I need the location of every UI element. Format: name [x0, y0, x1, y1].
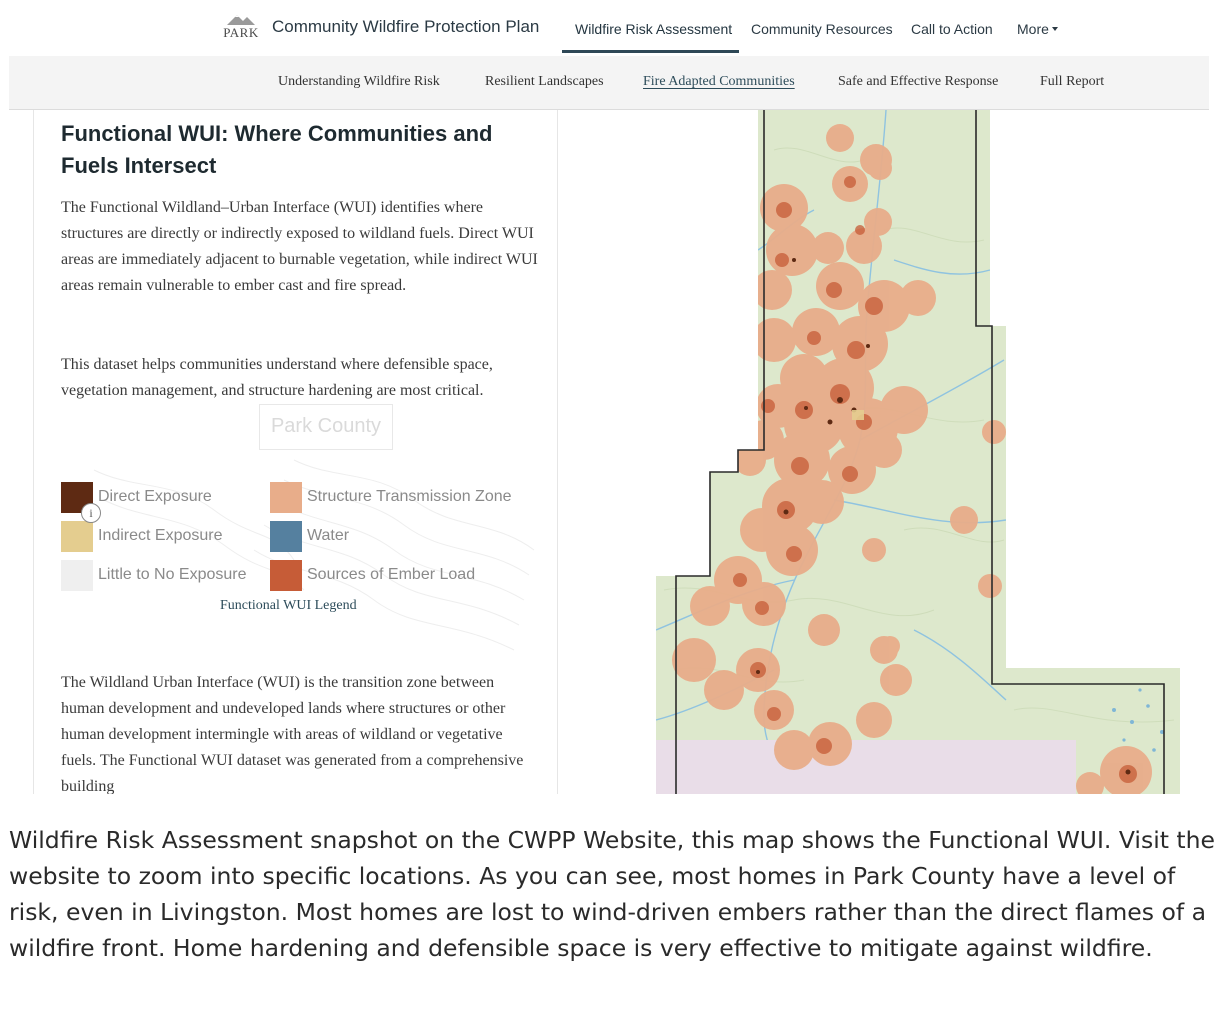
logo-text: PARK	[223, 25, 259, 40]
legend-label-indirect-exposure: Indirect Exposure	[98, 527, 223, 544]
subnav-resilient-landscapes[interactable]: Resilient Landscapes	[485, 74, 604, 90]
southern-area	[656, 740, 1076, 794]
legend-swatch-water	[270, 521, 302, 552]
site-title[interactable]: Community Wildfire Protection Plan	[272, 17, 539, 37]
caret-down-icon	[1051, 27, 1058, 32]
legend-label-transmission-zone: Structure Transmission Zone	[307, 488, 512, 505]
legend-label-ember-load: Sources of Ember Load	[307, 566, 476, 583]
figure-caption: Wildfire Risk Assessment snapshot on the…	[9, 826, 1215, 962]
content-panel[interactable]: Functional WUI: Where Communities and Fu…	[33, 110, 558, 794]
wui-definition-paragraph: The Wildland Urban Interface (WUI) is th…	[61, 674, 524, 794]
legend-label-little-exposure: Little to No Exposure	[98, 566, 247, 583]
nav-more[interactable]: More	[1017, 21, 1058, 37]
legend-swatch-little-exposure	[61, 560, 93, 591]
legend-label-direct-exposure: Direct Exposure	[98, 488, 212, 505]
dataset-paragraph: This dataset helps communities understan…	[61, 356, 493, 399]
functional-wui-map[interactable]	[654, 110, 1184, 794]
park-county-logo[interactable]: PARK	[221, 12, 261, 48]
contour-background	[93, 459, 535, 651]
legend-swatch-transmission-zone	[270, 482, 302, 513]
legend-swatch-indirect-exposure	[61, 521, 93, 552]
subnav-understanding-wildfire-risk[interactable]: Understanding Wildfire Risk	[278, 74, 440, 90]
active-tab-indicator	[562, 50, 739, 53]
nav-more-label: More	[1017, 21, 1049, 37]
section-title: Functional WUI: Where Communities and Fu…	[61, 121, 493, 178]
legend-swatch-ember-load	[270, 560, 302, 591]
top-navigation: PARK Community Wildfire Protection Plan …	[0, 0, 1228, 56]
legend-label-water: Water	[307, 527, 350, 544]
legend-caption: Functional WUI Legend	[220, 598, 357, 613]
subnav-fire-adapted-communities[interactable]: Fire Adapted Communities	[643, 74, 795, 90]
mountain-logo-icon	[227, 15, 255, 25]
info-icon[interactable]: i	[81, 503, 101, 523]
subnav-full-report[interactable]: Full Report	[1040, 74, 1104, 90]
nav-community-resources[interactable]: Community Resources	[751, 21, 893, 37]
sub-navigation: Understanding Wildfire Risk Resilient La…	[9, 56, 1209, 110]
map-watermark-label: Park County	[259, 404, 393, 450]
livingston-town-marker	[852, 410, 864, 420]
intro-paragraph: The Functional Wildland–Urban Interface …	[61, 199, 538, 294]
subnav-safe-effective-response[interactable]: Safe and Effective Response	[838, 74, 998, 90]
nav-call-to-action[interactable]: Call to Action	[911, 21, 993, 37]
nav-wildfire-risk-assessment[interactable]: Wildfire Risk Assessment	[575, 21, 732, 37]
